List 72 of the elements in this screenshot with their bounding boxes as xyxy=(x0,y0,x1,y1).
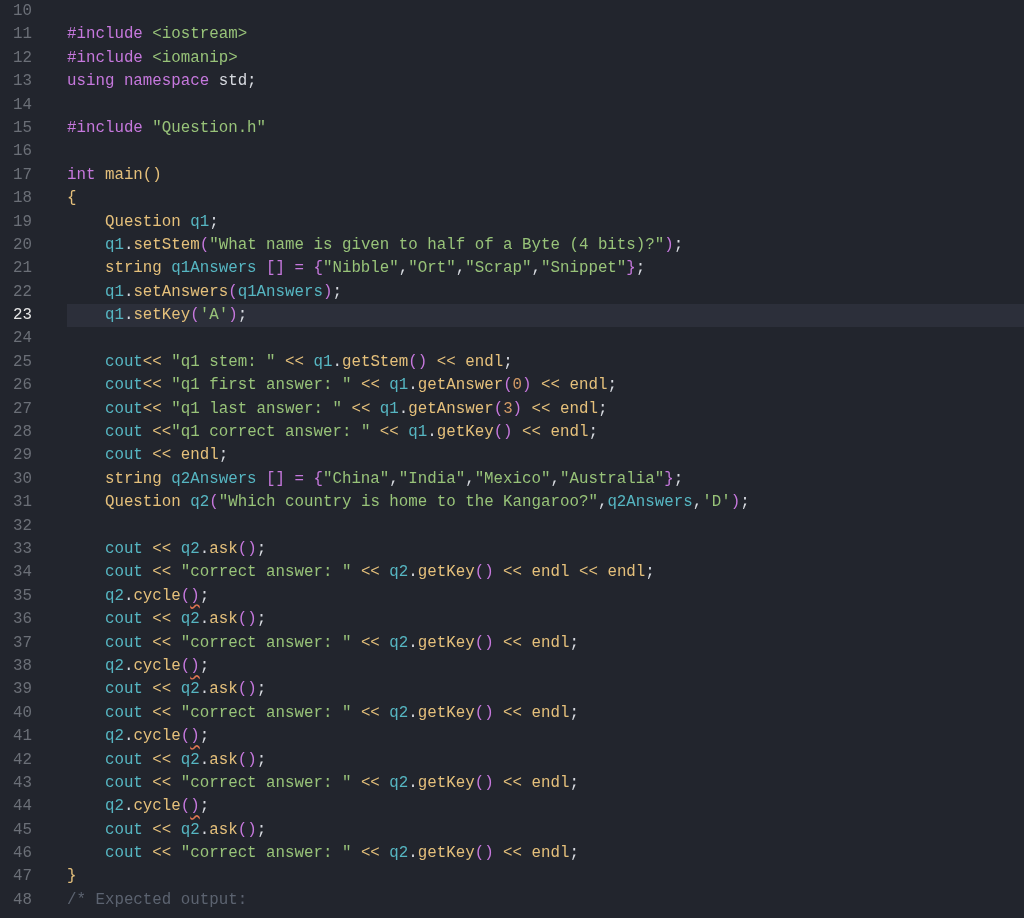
line-number: 17 xyxy=(12,164,32,186)
code-line: cout << "correct answer: " << q2.getKey() << endl; xyxy=(103,843,580,865)
line-number: 47 xyxy=(12,866,32,888)
line-number: 20 xyxy=(12,234,32,256)
code-line: cout << q2.ask(); xyxy=(103,679,268,701)
code-line: cout<< "q1 stem: " << q1.getStem() << endl; xyxy=(103,351,514,373)
code-line: cout << "correct answer: " << q2.getKey() << endl; xyxy=(103,772,580,794)
line-number: 33 xyxy=(12,539,32,560)
code-line: using namespace std; xyxy=(67,71,258,93)
line-number: 38 xyxy=(12,655,32,677)
code-line: /* Expected output: xyxy=(67,889,249,911)
code-line: cout << "correct answer: " << q2.getKey() << endl; xyxy=(103,702,580,724)
line-number: 29 xyxy=(12,445,32,467)
code-line: q1.setStem("What name is given to half of a Byte (4 bits)?"); xyxy=(103,234,685,256)
line-number: 25 xyxy=(12,351,32,373)
line-number: 21 xyxy=(12,258,32,280)
line-number: 37 xyxy=(12,632,32,654)
code-line: string q2Answers [] = {"China","India","Mexico","Australia"}; xyxy=(103,468,685,490)
line-number: 32 xyxy=(12,515,32,537)
code-line: int main() xyxy=(67,164,163,186)
code-line: cout << q2.ask(); xyxy=(103,749,268,771)
code-line: cout << q2.ask(); xyxy=(103,539,268,560)
line-number: 24 xyxy=(12,328,32,350)
code-line: } xyxy=(67,866,78,888)
line-number: 12 xyxy=(12,47,32,69)
code-line: cout<< "q1 first answer: " << q1.getAnswer(0) << endl; xyxy=(103,375,618,397)
line-number: 41 xyxy=(12,726,32,748)
line-number: 16 xyxy=(12,141,32,163)
code-line: Question q1; xyxy=(103,211,220,233)
code-line: #include <iostream> xyxy=(67,24,249,46)
line-number: 26 xyxy=(12,375,32,397)
line-number: 36 xyxy=(12,609,32,631)
line-number: 40 xyxy=(12,702,32,724)
code-line: q2.cycle(); xyxy=(103,585,211,607)
line-number: 34 xyxy=(12,562,32,584)
code-line: q2.cycle(); xyxy=(103,796,211,818)
line-number: 46 xyxy=(12,843,32,865)
line-number: 43 xyxy=(12,772,32,794)
line-number: 19 xyxy=(12,211,32,233)
line-number: 11 xyxy=(12,24,32,46)
code-line: q1.setAnswers(q1Answers); xyxy=(103,281,343,303)
line-number: 42 xyxy=(12,749,32,771)
code-line: string q1Answers [] = {"Nibble","Ort","Scrap","Snippet"}; xyxy=(103,258,647,280)
line-number: 13 xyxy=(12,71,32,93)
line-number: 28 xyxy=(12,422,32,444)
code-line: cout<< "q1 last answer: " << q1.getAnswer(3) << endl; xyxy=(103,398,609,420)
line-number: 23 xyxy=(12,305,32,327)
code-line: cout << q2.ask(); xyxy=(103,609,268,631)
code-line: cout << "correct answer: " << q2.getKey() << endl << endl; xyxy=(103,562,656,584)
code-line: cout <<"q1 correct answer: " << q1.getKey() << endl; xyxy=(103,422,599,444)
line-number: 48 xyxy=(12,889,32,911)
line-number: 18 xyxy=(12,188,32,210)
line-number: 14 xyxy=(12,94,32,116)
code-line: cout << q2.ask(); xyxy=(103,819,268,841)
line-number: 10 xyxy=(12,1,32,22)
line-number: 35 xyxy=(12,585,32,607)
line-number: 27 xyxy=(12,398,32,420)
code-line: q2.cycle(); xyxy=(103,726,211,748)
code-line: cout << "correct answer: " << q2.getKey() << endl; xyxy=(103,632,580,654)
code-line: #include <iomanip> xyxy=(67,47,239,69)
code-line: #include "Question.h" xyxy=(67,117,268,139)
line-number: 22 xyxy=(12,281,32,303)
code-line: cout << endl; xyxy=(103,445,230,467)
code-line: { xyxy=(67,188,78,210)
line-number: 31 xyxy=(12,492,32,514)
code-line: Question q2("Which country is home to the Kangaroo?",q2Answers,'D'); xyxy=(103,492,751,514)
line-number: 15 xyxy=(12,117,32,139)
code-line: q2.cycle(); xyxy=(103,655,211,677)
line-number: 44 xyxy=(12,796,32,818)
line-number: 45 xyxy=(12,819,32,841)
line-number: 39 xyxy=(12,679,32,701)
line-number: 30 xyxy=(12,468,32,490)
